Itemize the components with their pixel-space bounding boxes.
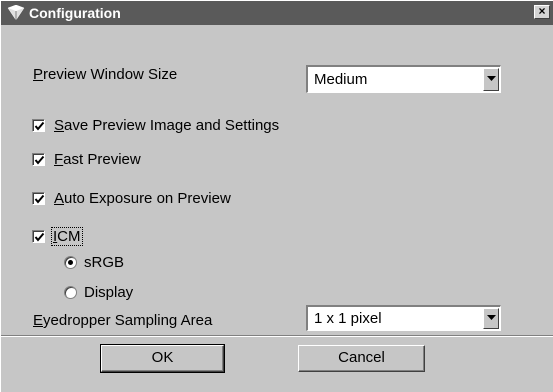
preview-size-mnemonic: P [33, 66, 44, 83]
checkmark-icon [34, 232, 45, 242]
preview-window-size-select[interactable]: Medium [306, 65, 501, 93]
icm-label: ICM [51, 227, 83, 246]
window-title: Configuration [29, 5, 121, 21]
configuration-dialog: Configuration × Preview Window Size Medi… [0, 0, 553, 392]
chevron-down-icon [487, 315, 496, 320]
dropdown-button[interactable] [483, 68, 499, 91]
srgb-radio[interactable] [64, 256, 77, 269]
close-icon: × [538, 4, 546, 18]
preview-window-size-value: Medium [314, 71, 368, 88]
fast-preview-checkbox[interactable] [32, 153, 45, 166]
dropdown-button[interactable] [483, 308, 499, 329]
auto-exposure-label: Auto Exposure on Preview [54, 190, 231, 207]
preview-window-size-label: Preview Window Size [33, 66, 177, 83]
chevron-down-icon [487, 76, 496, 81]
auto-exposure-mnemonic: A [54, 190, 65, 207]
close-button[interactable]: × [534, 5, 550, 19]
eyedropper-mnemonic: E [33, 312, 44, 329]
fast-preview-label: Fast Preview [54, 151, 141, 168]
title-bar[interactable]: Configuration × [1, 1, 553, 25]
auto-exposure-text: uto Exposure on Preview [64, 190, 231, 207]
display-label: Display [84, 284, 134, 301]
save-preview-text: ave Preview Image and Settings [64, 117, 280, 134]
preview-size-label-text: review Window Size [43, 66, 178, 83]
fast-preview-mnemonic: F [54, 151, 64, 168]
checkmark-icon [34, 194, 45, 204]
eyedropper-sampling-area-value: 1 x 1 pixel [314, 310, 382, 327]
app-icon [7, 4, 25, 21]
srgb-label: sRGB [84, 254, 125, 271]
checkmark-icon [34, 155, 45, 165]
eyedropper-sampling-area-select[interactable]: 1 x 1 pixel [306, 305, 501, 331]
eyedropper-sampling-area-label: Eyedropper Sampling Area [33, 312, 212, 329]
save-preview-label: Save Preview Image and Settings [54, 117, 279, 134]
save-preview-checkbox[interactable] [32, 119, 45, 132]
save-preview-mnemonic: S [54, 117, 65, 134]
eyedropper-label-text: yedropper Sampling Area [43, 312, 213, 329]
radio-selected-dot [68, 260, 73, 265]
auto-exposure-checkbox[interactable] [32, 192, 45, 205]
fast-preview-text: ast Preview [63, 151, 141, 168]
button-separator [1, 335, 553, 337]
icm-text: CM [57, 228, 81, 245]
display-radio[interactable] [64, 286, 77, 299]
ok-button[interactable]: OK [100, 344, 225, 373]
checkmark-icon [34, 121, 45, 131]
cancel-button[interactable]: Cancel [298, 345, 425, 372]
icm-checkbox[interactable] [32, 230, 45, 243]
